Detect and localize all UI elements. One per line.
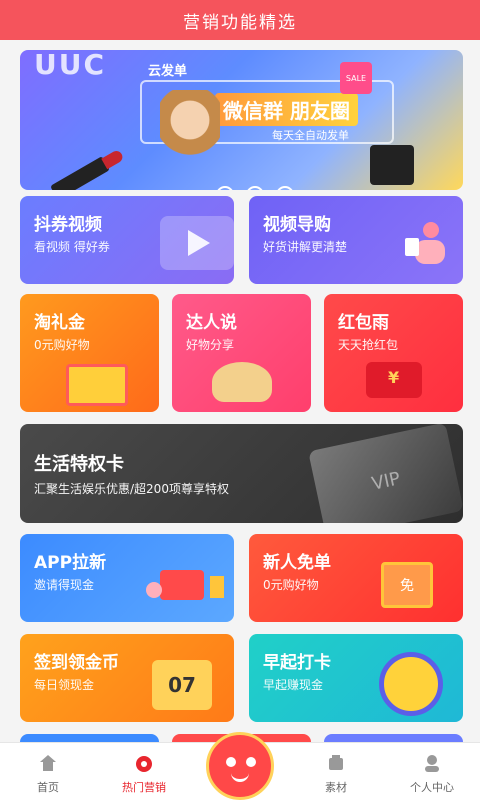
card-title: 新人免单 xyxy=(263,553,331,573)
card-title: 视频导购 xyxy=(263,215,331,235)
calendar-icon: 07 xyxy=(152,660,212,710)
model-illustration xyxy=(160,90,220,190)
card-life-privilege[interactable]: 生活特权卡 汇聚生活娱乐优惠/超200项尊享特权 VIP xyxy=(20,424,463,523)
card-subtitle: 0元购好物 xyxy=(263,578,319,592)
card-subtitle: 好物分享 xyxy=(186,338,235,352)
card-checkin-coins[interactable]: 签到领金币 每日领现金 07 xyxy=(20,634,234,722)
tab-label: 热门营销 xyxy=(122,781,166,794)
sale-tag-icon: SALE xyxy=(340,62,372,94)
vip-card-icon: VIP xyxy=(308,424,463,523)
mascot-eye-left xyxy=(226,757,236,767)
banner-brand: 云发单 xyxy=(148,64,188,79)
free-gift-icon: 免 xyxy=(381,562,433,608)
hot-marketing-icon xyxy=(136,756,152,772)
red-envelope-icon xyxy=(366,362,422,398)
money-bag-icon xyxy=(212,362,272,402)
profile-icon xyxy=(425,755,439,772)
tab-label: 素材 xyxy=(325,781,347,794)
card-subtitle: 汇聚生活娱乐优惠/超200项尊享特权 xyxy=(34,482,229,496)
card-subtitle: 天天抢红包 xyxy=(338,338,399,352)
card-title: 生活特权卡 xyxy=(34,454,124,475)
card-subtitle: 每日领现金 xyxy=(34,678,95,692)
card-title: 红包雨 xyxy=(338,313,389,333)
tab-profile[interactable]: 个人中心 xyxy=(384,753,480,795)
tab-label: 个人中心 xyxy=(410,781,454,794)
tab-label: 首页 xyxy=(37,781,59,794)
card-subtitle: 看视频 得好券 xyxy=(34,240,110,254)
person-reading-icon xyxy=(405,222,445,264)
mascot-mouth xyxy=(231,771,249,782)
card-taolijin[interactable]: 淘礼金 0元购好物 xyxy=(20,294,159,412)
banner-yunfadan[interactable]: UUC 云发单 微信群 朋友圈 每天全自动发单 SALE xyxy=(20,50,463,190)
perfume-icon xyxy=(370,145,414,185)
card-douquan-video[interactable]: 抖券视频 看视频 得好券 xyxy=(20,196,234,284)
play-icon xyxy=(160,216,234,270)
card-title: 签到领金币 xyxy=(34,653,119,673)
card-title: 达人说 xyxy=(186,313,237,333)
tab-hot-marketing[interactable]: 热门营销 xyxy=(96,753,192,795)
page-header: 营销功能精选 xyxy=(0,0,480,40)
alarm-clock-icon xyxy=(379,652,443,716)
gift-icon xyxy=(66,364,128,406)
banner-watermark: UUC xyxy=(34,50,107,81)
card-daren-shuo[interactable]: 达人说 好物分享 xyxy=(172,294,311,412)
page-title: 营销功能精选 xyxy=(183,12,297,33)
card-title: 淘礼金 xyxy=(34,313,85,333)
material-icon xyxy=(329,755,343,770)
lipstick-icon xyxy=(50,156,110,190)
home-icon xyxy=(40,755,56,771)
card-subtitle: 邀请得现金 xyxy=(34,578,95,592)
phone-gift-icon xyxy=(146,570,224,600)
card-red-packet-rain[interactable]: 红包雨 天天抢红包 xyxy=(324,294,463,412)
card-newuser-free[interactable]: 新人免单 0元购好物 免 xyxy=(249,534,463,622)
card-subtitle: 早起赚现金 xyxy=(263,678,324,692)
card-subtitle: 好货讲解更清楚 xyxy=(263,240,348,254)
card-early-checkin[interactable]: 早起打卡 早起赚现金 xyxy=(249,634,463,722)
mascot-eye-right xyxy=(246,757,256,767)
mascot-icon[interactable] xyxy=(206,732,274,800)
banner-circles xyxy=(217,186,293,190)
banner-headline: 微信群 朋友圈 xyxy=(215,93,358,126)
card-title: 早起打卡 xyxy=(263,653,331,673)
card-video-guide[interactable]: 视频导购 好货讲解更清楚 xyxy=(249,196,463,284)
tab-home[interactable]: 首页 xyxy=(0,753,96,795)
card-subtitle: 0元购好物 xyxy=(34,338,90,352)
card-title: 抖券视频 xyxy=(34,215,102,235)
card-app-invite[interactable]: APP拉新 邀请得现金 xyxy=(20,534,234,622)
card-title: APP拉新 xyxy=(34,553,107,573)
banner-subtitle: 每天全自动发单 xyxy=(272,129,349,142)
tab-material[interactable]: 素材 xyxy=(288,753,384,795)
